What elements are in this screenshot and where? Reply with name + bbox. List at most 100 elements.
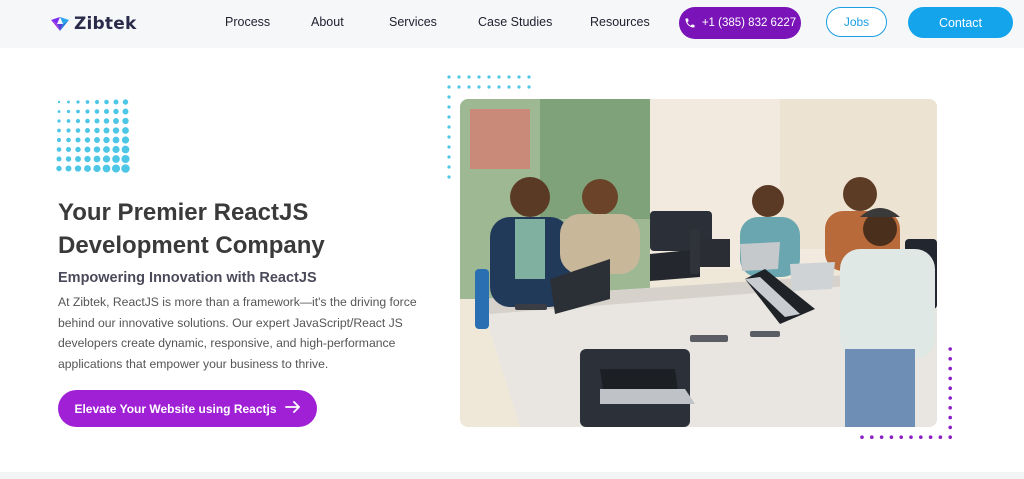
decorative-dot — [527, 85, 531, 89]
site-header: Zibtek Process About Services Case Studi… — [0, 0, 1024, 48]
decorative-dot — [84, 127, 91, 134]
hero-description: At Zibtek, ReactJS is more than a framew… — [58, 295, 417, 371]
decorative-dot — [870, 435, 874, 439]
decorative-dot — [121, 164, 130, 173]
decorative-dot — [103, 127, 110, 134]
decorative-dot — [57, 128, 61, 133]
cta-label: Elevate Your Website using Reactjs — [74, 401, 277, 416]
decorative-dot — [948, 386, 952, 390]
decorative-dot — [94, 99, 100, 105]
decorative-dot — [66, 128, 71, 133]
decorative-dot — [948, 376, 952, 381]
decorative-dot — [93, 164, 101, 173]
decorative-dot — [447, 105, 451, 109]
logo[interactable]: Zibtek — [50, 12, 137, 36]
contact-button[interactable]: Contact — [908, 7, 1013, 38]
decorative-dot — [94, 127, 100, 134]
decorative-dot — [93, 146, 101, 153]
decorative-dot — [457, 85, 461, 89]
decorative-dot — [66, 137, 71, 143]
decorative-dot — [113, 108, 119, 115]
decorative-dot — [65, 146, 72, 153]
nav-services[interactable]: Services — [389, 15, 437, 29]
logo-text: Zibtek — [74, 14, 137, 34]
decorative-dot — [75, 128, 81, 133]
decorative-dot — [447, 85, 451, 89]
decorative-dot — [103, 108, 110, 115]
decorative-dot — [94, 137, 100, 143]
team-photo — [460, 99, 937, 427]
decorative-dot — [948, 435, 952, 439]
nav-process[interactable]: Process — [225, 15, 270, 29]
decorative-dot — [919, 435, 923, 439]
decorative-dot — [85, 100, 90, 104]
decorative-dot — [948, 366, 952, 371]
hero-subtitle: Empowering Innovation with ReactJS — [58, 270, 317, 286]
phone-button[interactable]: +1 (385) 832 6227 — [679, 7, 801, 39]
decorative-dot — [447, 145, 451, 149]
decorative-dot — [75, 137, 81, 143]
decorative-dot — [928, 435, 933, 439]
decorative-dot — [57, 110, 61, 113]
decorative-dot — [507, 85, 511, 89]
decorative-dot — [121, 145, 130, 154]
decorative-dot — [65, 156, 72, 162]
decorative-dot — [121, 154, 130, 164]
decorative-dot — [447, 135, 451, 139]
decorative-dot — [112, 155, 120, 163]
decorative-dot — [497, 75, 501, 79]
decorative-dot — [74, 165, 82, 172]
decorative-dot — [487, 85, 491, 89]
title-line-2: Development Company — [58, 232, 325, 259]
decorative-dot — [517, 85, 521, 89]
decorative-dot — [467, 85, 471, 89]
decorative-dot — [66, 109, 71, 114]
decorative-dot — [879, 435, 884, 439]
decorative-dot — [909, 435, 913, 439]
nav-case-studies[interactable]: Case Studies — [478, 15, 552, 29]
decorative-dot — [948, 415, 952, 420]
decorative-dot — [75, 146, 81, 153]
decorative-dot — [93, 155, 101, 163]
nav-resources[interactable]: Resources — [590, 15, 650, 29]
decorative-dot — [112, 145, 120, 154]
decorative-dot — [113, 99, 119, 105]
decorative-dot — [57, 119, 61, 123]
decorative-dot — [948, 357, 952, 361]
decorative-dot — [487, 75, 491, 79]
decorative-dots-left — [56, 99, 130, 173]
decorative-dot — [67, 100, 70, 104]
nav-about[interactable]: About — [311, 15, 344, 29]
decorative-dot — [84, 165, 91, 172]
decorative-dot — [477, 85, 481, 89]
decorative-dot — [948, 347, 952, 351]
decorative-dot — [447, 175, 451, 179]
decorative-dot — [103, 146, 110, 153]
decorative-dot — [447, 75, 451, 79]
arrow-right-icon — [284, 401, 301, 416]
decorative-dot — [66, 119, 71, 123]
decorative-dot — [948, 396, 952, 400]
decorative-dot — [457, 75, 461, 79]
decorative-dot — [103, 136, 110, 144]
decorative-dot — [497, 85, 501, 89]
decorative-dot — [75, 156, 81, 162]
decorative-dot — [517, 75, 521, 79]
decorative-dot — [899, 435, 903, 439]
decorative-dot — [122, 108, 129, 115]
decorative-dot — [121, 136, 130, 144]
decorative-dot — [527, 75, 531, 79]
decorative-dot — [76, 100, 80, 104]
decorative-dot — [447, 95, 451, 99]
decorative-dot — [477, 75, 481, 79]
decorative-dot — [122, 99, 129, 105]
decorative-dot — [56, 156, 62, 162]
decorative-dot — [507, 75, 511, 79]
jobs-button[interactable]: Jobs — [826, 7, 887, 37]
decorative-dot — [94, 118, 100, 124]
decorative-dot — [102, 155, 111, 163]
decorative-dot — [467, 75, 471, 79]
cta-button[interactable]: Elevate Your Website using Reactjs — [58, 390, 317, 427]
decorative-dot — [122, 117, 129, 125]
title-line-1: Your Premier ReactJS — [58, 199, 309, 226]
